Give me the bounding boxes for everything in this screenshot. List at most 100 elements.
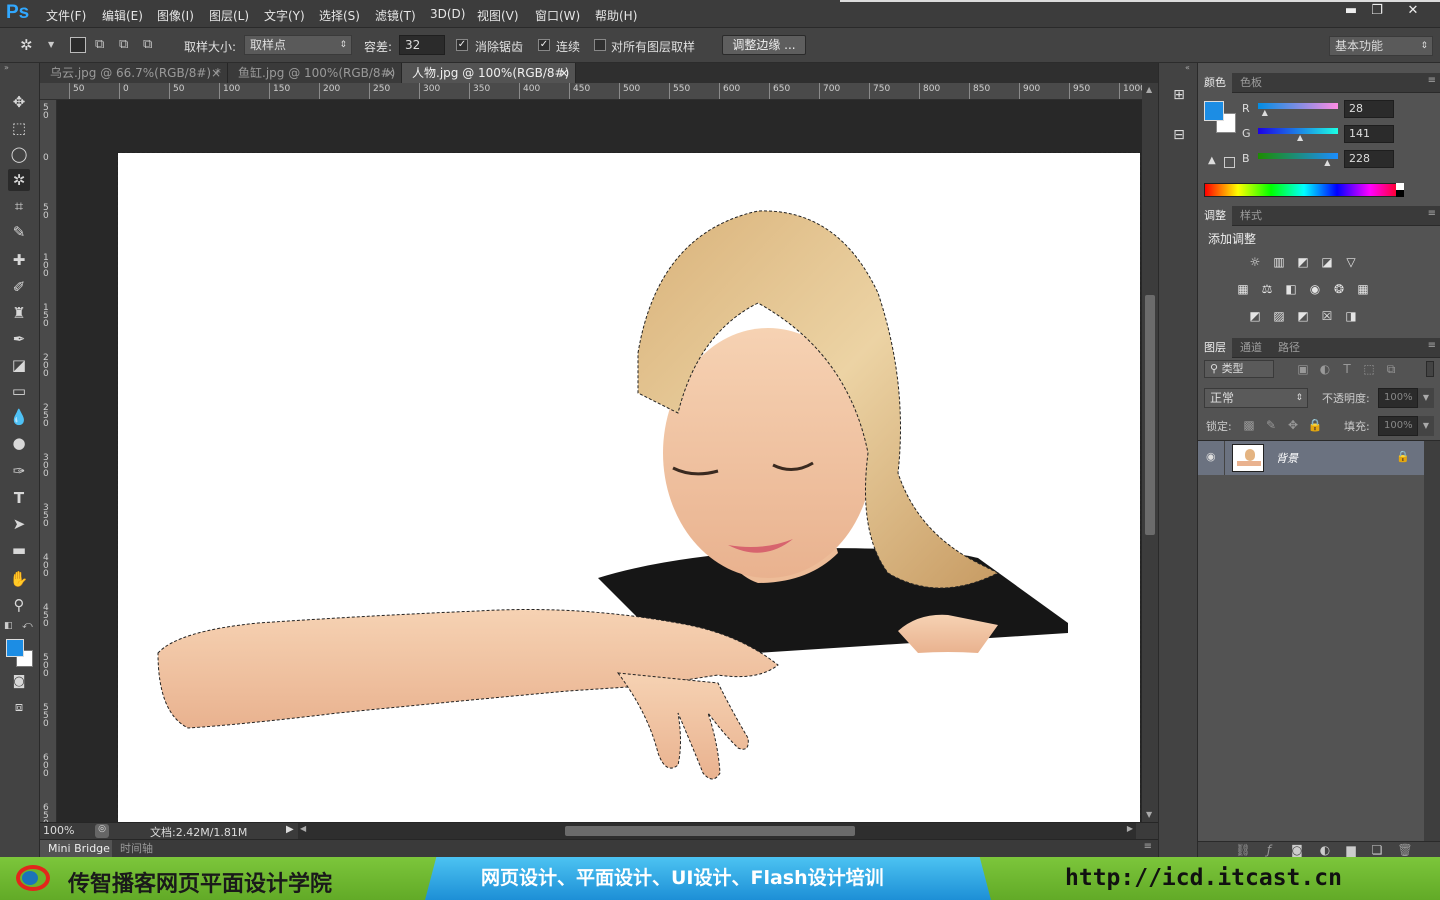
hue-saturation-icon[interactable]: ▦	[1234, 282, 1252, 296]
magic-wand-preset-icon[interactable]: ✲	[20, 36, 33, 54]
restore-button[interactable]: ❐	[1361, 2, 1393, 20]
tab-adjustments[interactable]: 调整	[1198, 206, 1232, 226]
lock-position-icon[interactable]: ✥	[1284, 418, 1302, 432]
scroll-up-icon[interactable]: ▲	[1146, 85, 1152, 94]
tab-wuyun[interactable]: 乌云.jpg @ 66.7%(RGB/8#) * ×	[40, 63, 228, 83]
channel-slider[interactable]	[1258, 103, 1338, 109]
crop-tool-icon[interactable]: ⌗	[8, 195, 30, 217]
posterize-icon[interactable]: ▨	[1270, 309, 1288, 323]
subtract-selection-icon[interactable]: ⧉	[119, 37, 135, 53]
channel-value-input[interactable]: 28	[1344, 100, 1394, 118]
levels-icon[interactable]: ▥	[1270, 255, 1288, 269]
tab-renwu[interactable]: 人物.jpg @ 100%(RGB/8#) ×	[402, 63, 576, 83]
history-panel-icon[interactable]: ⊞	[1170, 87, 1188, 105]
tab-paths[interactable]: 路径	[1272, 338, 1306, 358]
layer-name[interactable]: 背景	[1276, 450, 1298, 466]
web-safe-swatch[interactable]	[1224, 157, 1235, 168]
new-selection-icon[interactable]	[70, 37, 86, 53]
tab-styles[interactable]: 样式	[1234, 206, 1268, 226]
default-colors-icon[interactable]: ◧	[4, 621, 13, 631]
sample-size-select[interactable]: 取样点 ⇕	[244, 35, 352, 55]
tab-color[interactable]: 颜色	[1198, 73, 1232, 93]
filter-shape-icon[interactable]: ⬚	[1360, 362, 1378, 376]
photo-filter-icon[interactable]: ◉	[1306, 282, 1324, 296]
zoom-level[interactable]: 100%	[43, 824, 74, 837]
dodge-tool-icon[interactable]: ●	[8, 432, 30, 454]
opacity-input[interactable]: 100%	[1378, 388, 1418, 408]
tab-layers[interactable]: 图层	[1198, 338, 1232, 358]
path-selection-tool-icon[interactable]: ➤	[8, 513, 30, 535]
foreground-color-swatch[interactable]	[6, 639, 24, 657]
history-brush-tool-icon[interactable]: ✒	[8, 328, 30, 350]
layer-filter-select[interactable]: ⚲ 类型	[1204, 360, 1274, 378]
menu-view[interactable]: 视图(V)	[477, 7, 519, 24]
rectangle-tool-icon[interactable]: ▬	[8, 539, 30, 561]
scroll-down-icon[interactable]: ▼	[1146, 810, 1152, 819]
healing-brush-tool-icon[interactable]: ✚	[8, 249, 30, 271]
zoom-tool-icon[interactable]: ⚲	[8, 594, 30, 616]
screen-mode-icon[interactable]: ⧈	[8, 697, 30, 719]
brightness-icon[interactable]: ☼	[1246, 255, 1264, 269]
menu-3d[interactable]: 3D(D)	[430, 7, 465, 21]
contiguous-checkbox[interactable]: ✓	[538, 39, 550, 51]
eyedropper-tool-icon[interactable]: ✎	[8, 221, 30, 243]
fx-icon[interactable]: ƒ	[1260, 843, 1278, 857]
horizontal-scrollbar[interactable]: ◀ ▶	[298, 823, 1136, 839]
filter-toggle[interactable]	[1426, 361, 1434, 377]
document-canvas[interactable]	[117, 152, 1141, 822]
blur-tool-icon[interactable]: 💧	[8, 406, 30, 428]
antialias-checkbox[interactable]: ✓	[456, 39, 468, 51]
panel-menu-icon[interactable]: ≡	[1428, 75, 1436, 86]
tab-timeline[interactable]: 时间轴	[112, 840, 162, 858]
clone-stamp-tool-icon[interactable]: ♜	[8, 302, 30, 324]
filter-pixel-icon[interactable]: ▣	[1294, 362, 1312, 376]
status-share-icon[interactable]: ◎	[95, 824, 109, 838]
eraser-tool-icon[interactable]: ◪	[8, 354, 30, 376]
fill-input[interactable]: 100%	[1378, 416, 1418, 436]
preset-dropdown-icon[interactable]: ▼	[48, 40, 54, 49]
lock-transparent-icon[interactable]: ▩	[1240, 418, 1258, 432]
scroll-right-icon[interactable]: ▶	[1127, 824, 1133, 833]
delete-layer-icon[interactable]: 🗑	[1396, 843, 1414, 857]
vibrance-icon[interactable]: ▽	[1342, 255, 1360, 269]
panel-menu-icon[interactable]: ≡	[1428, 208, 1436, 219]
filter-adjustment-icon[interactable]: ◐	[1316, 362, 1334, 376]
panel-menu-icon[interactable]: ≡	[1144, 841, 1152, 852]
menu-select[interactable]: 选择(S)	[319, 7, 360, 24]
lasso-tool-icon[interactable]: ◯	[8, 143, 30, 165]
pen-tool-icon[interactable]: ✑	[8, 460, 30, 482]
gradient-tool-icon[interactable]: ▭	[8, 380, 30, 402]
foreground-color-swatch[interactable]	[1204, 101, 1224, 121]
vertical-scroll-thumb[interactable]	[1145, 295, 1155, 535]
menu-window[interactable]: 窗口(W)	[535, 7, 580, 24]
quick-mask-icon[interactable]: ◙	[8, 671, 30, 693]
panel-menu-icon[interactable]: ≡	[1428, 340, 1436, 351]
add-mask-icon[interactable]: ◙	[1288, 843, 1306, 857]
sample-all-layers-checkbox[interactable]	[594, 39, 606, 51]
channel-value-input[interactable]: 141	[1344, 125, 1394, 143]
close-tab-icon[interactable]: ×	[385, 63, 395, 83]
channel-value-input[interactable]: 228	[1344, 150, 1394, 168]
layer-row-background[interactable]: ◉ 背景 🔒	[1198, 441, 1424, 475]
tolerance-input[interactable]: 32	[399, 35, 445, 55]
brush-tool-icon[interactable]: ✐	[8, 276, 30, 298]
slider-handle[interactable]: ▲	[1297, 133, 1303, 142]
horizontal-scroll-thumb[interactable]	[565, 826, 855, 836]
fill-dropdown-icon[interactable]: ▼	[1418, 416, 1434, 436]
tab-channels[interactable]: 通道	[1234, 338, 1268, 358]
canvas-area[interactable]	[57, 100, 1142, 822]
blend-mode-select[interactable]: 正常 ⇕	[1204, 388, 1308, 408]
menu-image[interactable]: 图像(I)	[157, 7, 194, 24]
new-group-icon[interactable]: ▆	[1342, 843, 1360, 857]
filter-smart-icon[interactable]: ⧉	[1382, 362, 1400, 376]
threshold-icon[interactable]: ◩	[1294, 309, 1312, 323]
lock-all-icon[interactable]: 🔒	[1306, 418, 1324, 432]
selective-color-icon[interactable]: ☒	[1318, 309, 1336, 323]
status-menu-icon[interactable]: ▶	[286, 824, 294, 835]
collapse-dock-icon[interactable]: «	[1185, 63, 1190, 72]
black-white-ramp[interactable]	[1396, 183, 1404, 197]
refine-edge-button[interactable]: 调整边缘 ...	[722, 35, 806, 55]
move-tool-icon[interactable]: ✥	[8, 91, 30, 113]
channel-mixer-icon[interactable]: ❂	[1330, 282, 1348, 296]
add-selection-icon[interactable]: ⧉	[95, 37, 111, 53]
